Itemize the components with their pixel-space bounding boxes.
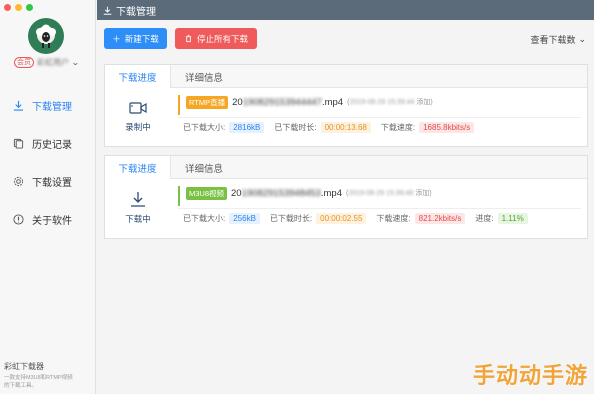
- protocol-badge: RTMP直播: [186, 95, 229, 109]
- chevron-down-icon[interactable]: ⌄: [71, 58, 80, 67]
- file-name: 20190829153944447.mp4: [232, 97, 343, 108]
- task-title-row: M3U8视频 20190829153948453.mp4 (2019-08-29…: [186, 186, 581, 200]
- sidebar-footer: 彩虹下载器 一款支持M3U8和RTMP视频 的下载工具。: [4, 361, 94, 390]
- file-name: 20190829153948453.mp4: [231, 188, 342, 199]
- sidebar-item-about[interactable]: 关于软件: [0, 200, 96, 238]
- sheep-avatar-icon: [36, 24, 56, 48]
- duration-label: 已下载时长:: [269, 214, 313, 223]
- app-description-line: 一款支持M3U8和RTMP视频: [4, 375, 73, 381]
- file-name-prefix: 20: [232, 96, 243, 108]
- file-name-ext: .mp4: [320, 187, 342, 199]
- camera-icon: [129, 102, 147, 114]
- download-icon: [103, 6, 112, 15]
- sidebar-item-settings[interactable]: 下载设置: [0, 162, 96, 200]
- task-title-row: RTMP直播 20190829153944447.mp4 (2019-08-29…: [186, 95, 581, 109]
- avatar[interactable]: [28, 18, 64, 54]
- tab-details[interactable]: 详细信息: [171, 65, 237, 88]
- file-name-id: 190829153944447: [242, 96, 322, 108]
- new-download-button[interactable]: ＋ 新建下载: [104, 28, 167, 49]
- app-name: 彩虹下载器: [4, 362, 44, 371]
- speed-label: 下载速度:: [380, 123, 416, 132]
- task-status: 录制中: [105, 88, 171, 146]
- sidebar-item-download-manager[interactable]: 下载管理: [0, 86, 96, 124]
- page-title: 下载管理: [116, 6, 156, 18]
- file-name-prefix: 20: [231, 187, 242, 199]
- card-tabs: 下载进度 详细信息: [105, 156, 587, 179]
- progress-label: 进度:: [475, 214, 494, 223]
- chevron-down-icon: ⌄: [578, 34, 586, 44]
- user-info[interactable]: 会员 彩虹用户 ⌄: [14, 57, 80, 68]
- sidebar-item-history[interactable]: 历史记录: [0, 124, 96, 162]
- app-description: 一款支持M3U8和RTMP视频 的下载工具。: [4, 374, 94, 390]
- tab-download-progress[interactable]: 下载进度: [105, 156, 171, 179]
- history-icon: [12, 137, 24, 149]
- sidebar-nav: 下载管理 历史记录 下载设置 关于软件: [0, 86, 96, 238]
- close-window-button[interactable]: [4, 4, 11, 11]
- download-arrow-icon: [131, 192, 145, 207]
- divider: [178, 208, 581, 209]
- download-task-card: 下载进度 详细信息 录制中 RTMP直播 20190829153944447.m…: [104, 64, 588, 147]
- file-name-id: 190829153948453: [241, 187, 321, 199]
- tab-details[interactable]: 详细信息: [171, 156, 237, 179]
- task-stats: 已下载大小: 256kB 已下载时长: 00:00:02.55 下载速度: 82…: [183, 213, 538, 224]
- downloaded-duration: 00:00:02.55: [316, 213, 367, 224]
- download-icon: [12, 99, 24, 111]
- title-bar: 下载管理: [97, 0, 594, 20]
- view-download-count-dropdown[interactable]: 查看下载数 ⌄: [530, 33, 586, 46]
- downloaded-size: 256kB: [229, 213, 260, 224]
- added-timestamp: 2019-08-29 15:39:44: [349, 99, 415, 106]
- sidebar: 会员 彩虹用户 ⌄ 下载管理 历史记录 下载设置 关于软件 彩虹下载器 一款支持…: [0, 0, 96, 394]
- vip-badge: 会员: [14, 57, 34, 68]
- duration-label: 已下载时长:: [274, 123, 317, 132]
- protocol-badge: M3U8视频: [186, 186, 228, 200]
- sidebar-item-label: 下载设置: [32, 177, 72, 189]
- watermark: 手动动手游: [472, 364, 588, 389]
- added-label: 添加): [415, 190, 432, 197]
- download-speed: 821.2kbits/s: [414, 213, 466, 224]
- file-name-ext: .mp4: [321, 96, 344, 108]
- divider: [178, 117, 581, 118]
- speed-label: 下载速度:: [376, 214, 411, 223]
- added-time: (2019-08-29 15:39:44 添加): [347, 97, 433, 107]
- view-count-label: 查看下载数: [530, 35, 576, 45]
- info-icon: [12, 213, 24, 225]
- size-label: 已下载大小:: [183, 214, 226, 223]
- toolbar: ＋ 新建下载 停止所有下载 查看下载数 ⌄: [97, 20, 594, 58]
- minimize-window-button[interactable]: [15, 4, 22, 11]
- stop-all-label: 停止所有下载: [196, 33, 248, 44]
- added-time: (2019-08-29 15:39:48 添加): [346, 188, 432, 198]
- tab-download-progress[interactable]: 下载进度: [105, 65, 171, 88]
- sidebar-item-label: 历史记录: [32, 139, 72, 151]
- app-description-line: 的下载工具。: [4, 383, 38, 389]
- status-label: 下载中: [125, 214, 151, 224]
- task-status: 下载中: [105, 179, 171, 237]
- sidebar-item-label: 关于软件: [32, 215, 72, 227]
- card-tabs: 下载进度 详细信息: [105, 65, 587, 88]
- downloaded-duration: 00:00:13.68: [320, 122, 371, 133]
- added-timestamp: 2019-08-29 15:39:48: [348, 190, 414, 197]
- task-info: RTMP直播 20190829153944447.mp4 (2019-08-29…: [178, 95, 581, 115]
- downloaded-size: 2816kB: [229, 122, 265, 133]
- stop-all-downloads-button[interactable]: 停止所有下载: [175, 28, 257, 49]
- task-info: M3U8视频 20190829153948453.mp4 (2019-08-29…: [178, 186, 581, 206]
- download-speed: 1685.8kbits/s: [419, 122, 475, 133]
- added-label: 添加): [416, 99, 433, 106]
- task-stats: 已下载大小: 2816kB 已下载时长: 00:00:13.68 下载速度: 1…: [183, 122, 484, 133]
- size-label: 已下载大小:: [183, 123, 226, 132]
- maximize-window-button[interactable]: [26, 4, 33, 11]
- status-label: 录制中: [125, 122, 151, 132]
- gear-icon: [12, 175, 24, 187]
- sidebar-item-label: 下载管理: [32, 101, 72, 113]
- window-controls: [4, 4, 33, 11]
- new-download-label: 新建下载: [124, 33, 159, 44]
- download-progress: 1.11%: [497, 213, 528, 224]
- download-task-card: 下载进度 详细信息 下载中 M3U8视频 20190829153948453.m…: [104, 155, 588, 239]
- trash-icon: [185, 34, 192, 43]
- plus-icon: ＋: [112, 33, 121, 44]
- username: 彩虹用户: [37, 58, 69, 67]
